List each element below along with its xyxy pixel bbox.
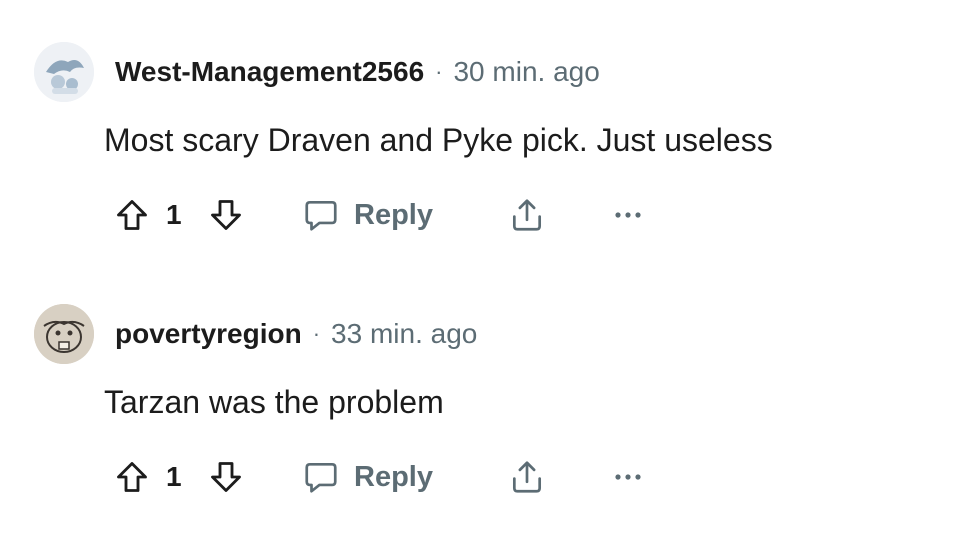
comment-body: Most scary Draven and Pyke pick. Just us…: [104, 122, 773, 158]
reply-icon: [305, 200, 337, 231]
downvote-button[interactable]: [206, 195, 246, 235]
timestamp[interactable]: 30 min. ago: [453, 56, 599, 88]
upvote-icon: [117, 462, 147, 492]
meta-separator: ·: [435, 59, 443, 84]
reply-label: Reply: [354, 460, 433, 493]
comment-meta: West-Management2566 · 30 min. ago: [115, 56, 600, 88]
comment-meta: povertyregion · 33 min. ago: [115, 318, 477, 350]
avatar-image: [34, 304, 94, 364]
vote-score: 1: [166, 461, 182, 492]
avatar[interactable]: [34, 42, 94, 102]
upvote-button[interactable]: [112, 457, 152, 497]
more-horizontal-icon: [615, 212, 641, 218]
avatar[interactable]: [34, 304, 94, 364]
downvote-icon: [211, 200, 241, 230]
reply-button[interactable]: Reply: [302, 193, 433, 237]
username-link[interactable]: West-Management2566: [115, 56, 424, 88]
share-button[interactable]: [506, 195, 548, 235]
more-options-button[interactable]: [610, 200, 646, 230]
username-link[interactable]: povertyregion: [115, 318, 302, 350]
reply-icon: [305, 462, 337, 493]
share-icon: [512, 461, 542, 493]
downvote-button[interactable]: [206, 457, 246, 497]
upvote-icon: [117, 200, 147, 230]
comment-actions: 1 Reply: [0, 452, 960, 502]
comment-body: Tarzan was the problem: [104, 384, 444, 420]
reply-button[interactable]: Reply: [302, 455, 433, 499]
share-icon: [512, 199, 542, 231]
vote-score: 1: [166, 199, 182, 230]
more-horizontal-icon: [615, 474, 641, 480]
upvote-button[interactable]: [112, 195, 152, 235]
meta-separator: ·: [312, 321, 321, 346]
more-options-button[interactable]: [610, 462, 646, 492]
downvote-icon: [211, 462, 241, 492]
share-button[interactable]: [506, 457, 548, 497]
reply-label: Reply: [354, 198, 433, 231]
comment-actions: 1 Reply: [0, 190, 960, 240]
timestamp[interactable]: 33 min. ago: [331, 318, 477, 350]
avatar-image: [34, 42, 94, 102]
